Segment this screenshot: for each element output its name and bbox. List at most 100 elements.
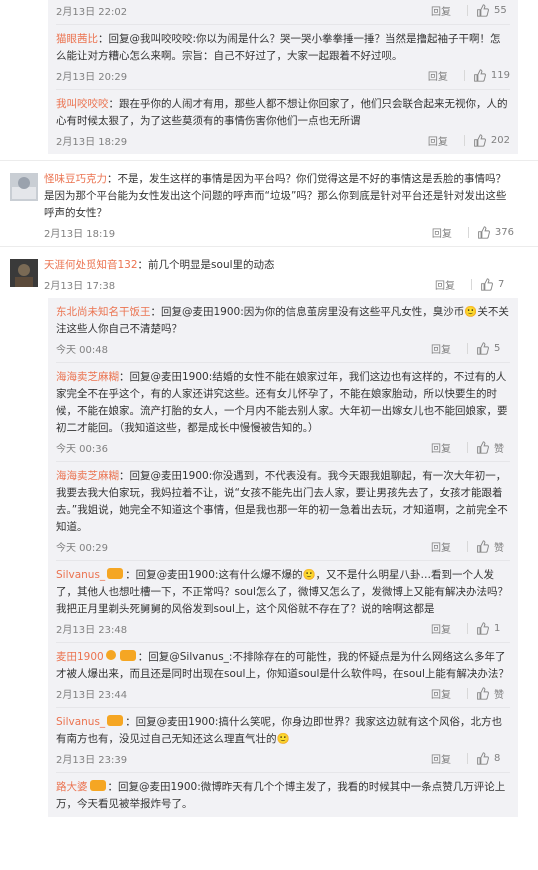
comment-time: 2月13日 23:48 [56, 624, 128, 636]
username-link[interactable]: 麦田1900 [56, 651, 104, 663]
like-button[interactable]: 8 [476, 751, 510, 765]
like-count: 8 [494, 752, 501, 764]
comment-text: 麦田1900 ：回复@Silvanus_:不排除存在的可能性，我的怀疑点是为什么网… [56, 649, 510, 683]
username-link[interactable]: 海海卖芝麻糊 [56, 371, 119, 383]
comment-meta: 2月13日 18:29 回复 202 [56, 130, 510, 150]
reply-item: Silvanus_ ：回复@麦田1900:搞什么笑呢，你身边即世界？我家这边就有这… [56, 708, 510, 773]
comment-meta: 2月13日 17:38 回复 7 [44, 274, 514, 294]
member-badge-icon [107, 568, 124, 579]
like-count: 1 [494, 622, 501, 634]
reply-item: 麦田1900 ：回复@Silvanus_:不排除存在的可能性，我的怀疑点是为什么网… [56, 643, 510, 708]
like-button[interactable]: 赞 [476, 686, 510, 701]
like-button[interactable]: 376 [477, 225, 514, 239]
divider [471, 278, 472, 290]
reply-item: 2月13日 22:02 回复 55 [56, 0, 510, 25]
comment-text: 东北尚未知名干饭王：回复@麦田1900:因为你的信息茧房里没有这些平凡女性，臭沙… [56, 304, 510, 338]
reply-item: 海海卖芝麻糊：回复@麦田1900:结婚的女性不能在娘家过年，我们这边也有这样的，… [56, 363, 510, 462]
comment-meta: 今天 00:36 回复 赞 [56, 437, 510, 457]
comment-time: 今天 00:48 [56, 344, 108, 356]
comment-meta: 2月13日 22:02 回复 55 [56, 0, 510, 20]
comment-time: 今天 00:29 [56, 542, 108, 554]
divider [467, 441, 468, 453]
username-link[interactable]: 怪味豆巧克力 [44, 173, 107, 185]
like-button[interactable]: 赞 [476, 539, 510, 554]
thumbs-up-icon [481, 277, 493, 291]
divider [467, 687, 468, 699]
reply-button[interactable]: 回复 [428, 68, 448, 83]
comment-time: 2月13日 20:29 [56, 71, 128, 83]
reply-item: 我叫咬咬咬：跟在乎你的人闹才有用，那些人都不想让你回家了，他们只会联合起来无视你… [56, 90, 510, 154]
divider [463, 134, 465, 146]
like-button[interactable]: 7 [480, 277, 514, 291]
divider [467, 4, 468, 16]
divider [467, 226, 469, 238]
divider [467, 342, 468, 354]
comment-body: ：前几个明显是soul里的动态 [137, 259, 275, 271]
username-link[interactable]: 我叫咬咬咬 [56, 98, 109, 110]
reply-button[interactable]: 回复 [432, 225, 452, 240]
divider [467, 540, 468, 552]
like-button[interactable]: 119 [473, 68, 510, 82]
thumbs-up-icon [477, 539, 489, 553]
like-button[interactable]: 5 [476, 341, 510, 355]
comment-text: 海海卖芝麻糊：回复@麦田1900:结婚的女性不能在娘家过年，我们这边也有这样的，… [56, 369, 510, 437]
comment-time: 2月13日 18:29 [56, 136, 128, 148]
comment-text: 我叫咬咬咬：跟在乎你的人闹才有用，那些人都不想让你回家了，他们只会联合起来无视你… [56, 96, 510, 130]
like-button[interactable]: 55 [476, 3, 510, 17]
thumbs-up-icon [474, 68, 486, 82]
thumbs-up-icon [477, 686, 489, 700]
comment-time: 2月13日 23:39 [56, 754, 128, 766]
username-link[interactable]: 东北尚未知名干饭王 [56, 306, 151, 318]
comment-body: ：跟在乎你的人闹才有用，那些人都不想让你回家了，他们只会联合起来无视你，人的心有… [56, 98, 508, 127]
thumbs-up-icon [477, 341, 489, 355]
username-link[interactable]: Silvanus_ [56, 716, 105, 728]
like-count: 5 [494, 342, 501, 354]
like-button[interactable]: 1 [476, 621, 510, 635]
reply-item: 海海卖芝麻糊：回复@麦田1900:你没遇到，不代表没有。我今天跟我姐聊起，有一次… [56, 462, 510, 561]
reply-button[interactable]: 回复 [431, 751, 451, 766]
reply-thread: 2月13日 22:02 回复 55 猫眼茜比：回复@我叫咬咬咬:你以为闹是什么？… [48, 0, 518, 154]
thumbs-up-icon [477, 440, 489, 454]
reply-button[interactable]: 回复 [431, 3, 451, 18]
username-link[interactable]: 猫眼茜比 [56, 33, 98, 45]
thumbs-up-icon [477, 3, 489, 17]
like-button[interactable]: 赞 [476, 440, 510, 455]
thumbs-up-icon [477, 621, 489, 635]
reply-button[interactable]: 回复 [431, 539, 451, 554]
reply-item: 东北尚未知名干饭王：回复@麦田1900:因为你的信息茧房里没有这些平凡女性，臭沙… [56, 298, 510, 363]
comment-meta: 今天 00:48 回复 5 [56, 338, 510, 358]
username-link[interactable]: 海海卖芝麻糊 [56, 470, 119, 482]
comment-meta: 2月13日 18:19 回复 376 [44, 222, 514, 242]
reply-button[interactable]: 回复 [431, 341, 451, 356]
comment-body: ：回复@麦田1900:微博昨天有几个个博主发了，我看的时候其中一条点赞几万评论上… [56, 781, 506, 810]
like-button[interactable]: 202 [473, 133, 510, 147]
like-count: 376 [494, 226, 514, 238]
avatar[interactable] [10, 173, 38, 201]
username-link[interactable]: 路大婆 [56, 781, 88, 793]
comment-text: Silvanus_ ：回复@麦田1900:这有什么爆不爆的🙂，又不是什么明星八卦…… [56, 567, 510, 618]
avatar[interactable] [10, 259, 38, 287]
reply-button[interactable]: 回复 [435, 277, 455, 292]
reply-button[interactable]: 回复 [428, 133, 448, 148]
reply-item: 路大婆 ：回复@麦田1900:微博昨天有几个个博主发了，我看的时候其中一条点赞几万… [56, 773, 510, 817]
reply-item: Silvanus_ ：回复@麦田1900:这有什么爆不爆的🙂，又不是什么明星八卦…… [56, 561, 510, 643]
divider [463, 69, 465, 81]
reply-button[interactable]: 回复 [431, 621, 451, 636]
username-link[interactable]: 天涯何处觅知音132 [44, 259, 138, 271]
comment-time: 2月13日 18:19 [44, 228, 116, 240]
comment-item: 怪味豆巧克力：不是，发生这样的事情是因为平台吗？你们觉得这是不好的事情这是丢脸的… [0, 160, 538, 246]
avatar-image [10, 259, 38, 287]
verified-v-icon [105, 650, 116, 660]
reply-button[interactable]: 回复 [431, 686, 451, 701]
reply-button[interactable]: 回复 [431, 440, 451, 455]
username-link[interactable]: Silvanus_ [56, 569, 105, 581]
comment-body: ：回复@我叫咬咬咬:你以为闹是什么？哭一哭小拳拳捶一捶？当然是撸起袖子干啊！怎么… [56, 33, 501, 62]
thumbs-up-icon [478, 225, 490, 239]
member-badge-icon [119, 650, 136, 661]
member-badge-icon [89, 780, 106, 791]
member-badge-icon [107, 715, 124, 726]
thumbs-up-icon [477, 751, 489, 765]
comment-item: 天涯何处觅知音132：前几个明显是soul里的动态 2月13日 17:38 回复… [0, 246, 538, 298]
comment-meta: 2月13日 23:48 回复 1 [56, 618, 510, 638]
comment-meta: 今天 00:29 回复 赞 [56, 536, 510, 556]
